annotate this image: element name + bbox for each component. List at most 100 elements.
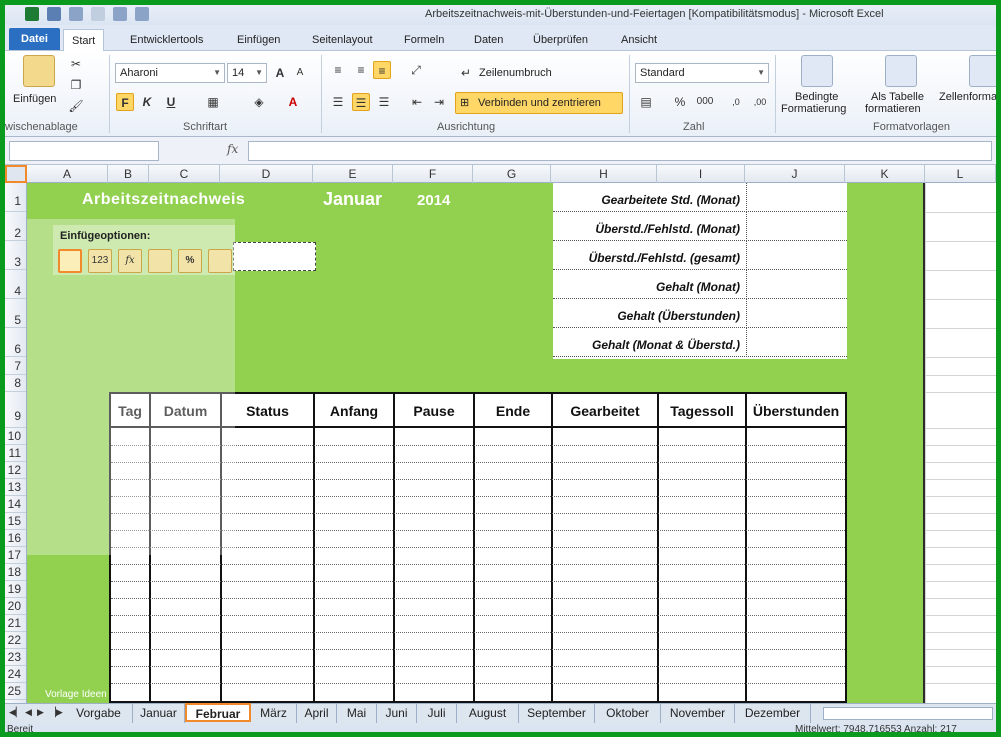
sheet-tab[interactable]: Januar <box>133 704 185 723</box>
sheet-tab-active[interactable]: Februar <box>185 703 251 722</box>
currency-icon[interactable]: ▤ <box>637 93 655 111</box>
format-as-table-icon[interactable] <box>885 55 917 87</box>
row-header[interactable]: 24 <box>5 666 26 683</box>
underline-button[interactable]: U <box>162 93 180 111</box>
redo-icon[interactable] <box>91 7 105 21</box>
decrease-indent-icon[interactable]: ⇤ <box>408 93 426 111</box>
row-header[interactable]: 4 <box>5 270 26 299</box>
tab-insert[interactable]: Einfügen <box>229 29 288 51</box>
align-center-icon[interactable]: ☰ <box>352 93 370 111</box>
print-preview-icon[interactable] <box>113 7 127 21</box>
table-header[interactable]: Ende <box>475 394 553 428</box>
conditional-formatting-label-1[interactable]: Bedingte <box>795 91 838 103</box>
tab-developer[interactable]: Entwicklertools <box>122 29 211 51</box>
selected-cell-d3[interactable] <box>233 242 316 271</box>
sheet-tab[interactable]: Vorgabe <box>65 704 133 723</box>
table-header[interactable]: Tagessoll <box>659 394 747 428</box>
tab-page-layout[interactable]: Seitenlayout <box>304 29 381 51</box>
row-header[interactable]: 9 <box>5 392 26 428</box>
sheet-tab[interactable]: Dezember <box>735 704 811 723</box>
bold-button[interactable]: F <box>116 93 134 111</box>
column-header[interactable]: C <box>149 165 220 183</box>
horizontal-scrollbar[interactable] <box>823 707 993 720</box>
undo-icon[interactable] <box>69 7 83 21</box>
table-header[interactable]: Pause <box>395 394 475 428</box>
summary-row[interactable]: Überstd./Fehlstd. (gesamt) <box>553 241 847 270</box>
cell-styles-icon[interactable] <box>969 55 996 87</box>
font-name-combo[interactable]: Aharoni ▼ <box>115 63 225 83</box>
tab-start[interactable]: Start <box>63 29 105 51</box>
row-header[interactable]: 22 <box>5 632 26 649</box>
paste-link-icon[interactable] <box>208 249 232 273</box>
tab-file[interactable]: Datei <box>9 28 60 50</box>
column-header[interactable]: I <box>657 165 745 183</box>
thousands-button[interactable]: 000 <box>693 93 717 111</box>
row-header[interactable]: 15 <box>5 513 26 530</box>
sheet-tab[interactable]: März <box>251 704 297 723</box>
select-all-button[interactable] <box>5 165 27 183</box>
row-header[interactable]: 7 <box>5 357 26 375</box>
zoom-icon[interactable] <box>135 7 149 21</box>
paste-formulas-icon[interactable]: fx <box>118 249 142 273</box>
fill-color-icon[interactable]: ◈ <box>250 93 268 111</box>
conditional-formatting-icon[interactable] <box>801 55 833 87</box>
row-header[interactable]: 16 <box>5 530 26 547</box>
cell-styles-label[interactable]: Zellenforma <box>939 91 996 103</box>
align-bottom-icon[interactable]: ≡ <box>373 61 391 79</box>
wrap-text-button[interactable]: Zeilenumbruch <box>479 67 552 79</box>
align-right-icon[interactable]: ☰ <box>375 93 393 111</box>
sheet-tab[interactable]: November <box>661 704 735 723</box>
sheet-tab[interactable]: Oktober <box>595 704 661 723</box>
shrink-font-icon[interactable]: A <box>291 64 309 82</box>
row-header[interactable]: 8 <box>5 375 26 392</box>
column-header[interactable]: G <box>473 165 551 183</box>
table-header[interactable]: Gearbeitet <box>553 394 659 428</box>
tab-formulas[interactable]: Formeln <box>396 29 452 51</box>
cut-icon[interactable]: ✂ <box>67 55 85 73</box>
insert-function-button[interactable]: fx <box>227 142 238 156</box>
save-icon[interactable] <box>47 7 61 21</box>
row-header[interactable]: 2 <box>5 212 26 241</box>
row-header[interactable]: 5 <box>5 299 26 328</box>
table-header[interactable]: Status <box>222 394 315 428</box>
increase-decimal-icon[interactable]: ,0 <box>727 93 745 111</box>
row-header[interactable]: 1 <box>5 183 26 212</box>
summary-row[interactable]: Gehalt (Überstunden) <box>553 299 847 328</box>
row-header[interactable]: 18 <box>5 564 26 581</box>
summary-row[interactable]: Gearbeitete Std. (Monat) <box>553 183 847 212</box>
align-middle-icon[interactable]: ≡ <box>352 61 370 79</box>
column-header[interactable]: A <box>27 165 108 183</box>
table-header[interactable]: Anfang <box>315 394 395 428</box>
italic-button[interactable]: K <box>138 93 156 111</box>
align-top-icon[interactable]: ≡ <box>329 61 347 79</box>
row-header[interactable]: 11 <box>5 445 26 462</box>
paste-icon[interactable] <box>23 55 55 87</box>
format-as-table-label-2[interactable]: formatieren <box>865 103 921 115</box>
column-header[interactable]: L <box>925 165 996 183</box>
sheet-year[interactable]: 2014 <box>417 192 450 209</box>
sheet-tab[interactable]: September <box>519 704 595 723</box>
summary-row[interactable]: Gehalt (Monat & Überstd.) <box>553 328 847 357</box>
column-header[interactable]: B <box>108 165 149 183</box>
increase-indent-icon[interactable]: ⇥ <box>430 93 448 111</box>
sheet-tab[interactable]: August <box>457 704 519 723</box>
column-header[interactable]: K <box>845 165 925 183</box>
sheet-tab[interactable]: Mai <box>337 704 377 723</box>
row-header[interactable]: 12 <box>5 462 26 479</box>
tab-review[interactable]: Überprüfen <box>525 29 596 51</box>
paste-button[interactable]: Einfügen <box>13 93 56 105</box>
orientation-icon[interactable]: ⤢ <box>407 61 425 79</box>
row-header[interactable]: 10 <box>5 428 26 445</box>
row-header[interactable]: 25 <box>5 683 26 700</box>
tab-view[interactable]: Ansicht <box>613 29 665 51</box>
row-header[interactable]: 6 <box>5 328 26 357</box>
sheet-tab[interactable]: Juli <box>417 704 457 723</box>
row-header[interactable]: 20 <box>5 598 26 615</box>
font-color-icon[interactable]: A <box>284 93 302 111</box>
row-header[interactable]: 21 <box>5 615 26 632</box>
format-painter-icon[interactable]: 🖌 <box>67 97 85 115</box>
sheet-tab[interactable]: April <box>297 704 337 723</box>
row-header[interactable]: 19 <box>5 581 26 598</box>
row-header[interactable]: 13 <box>5 479 26 496</box>
conditional-formatting-label-2[interactable]: Formatierung <box>781 103 846 115</box>
